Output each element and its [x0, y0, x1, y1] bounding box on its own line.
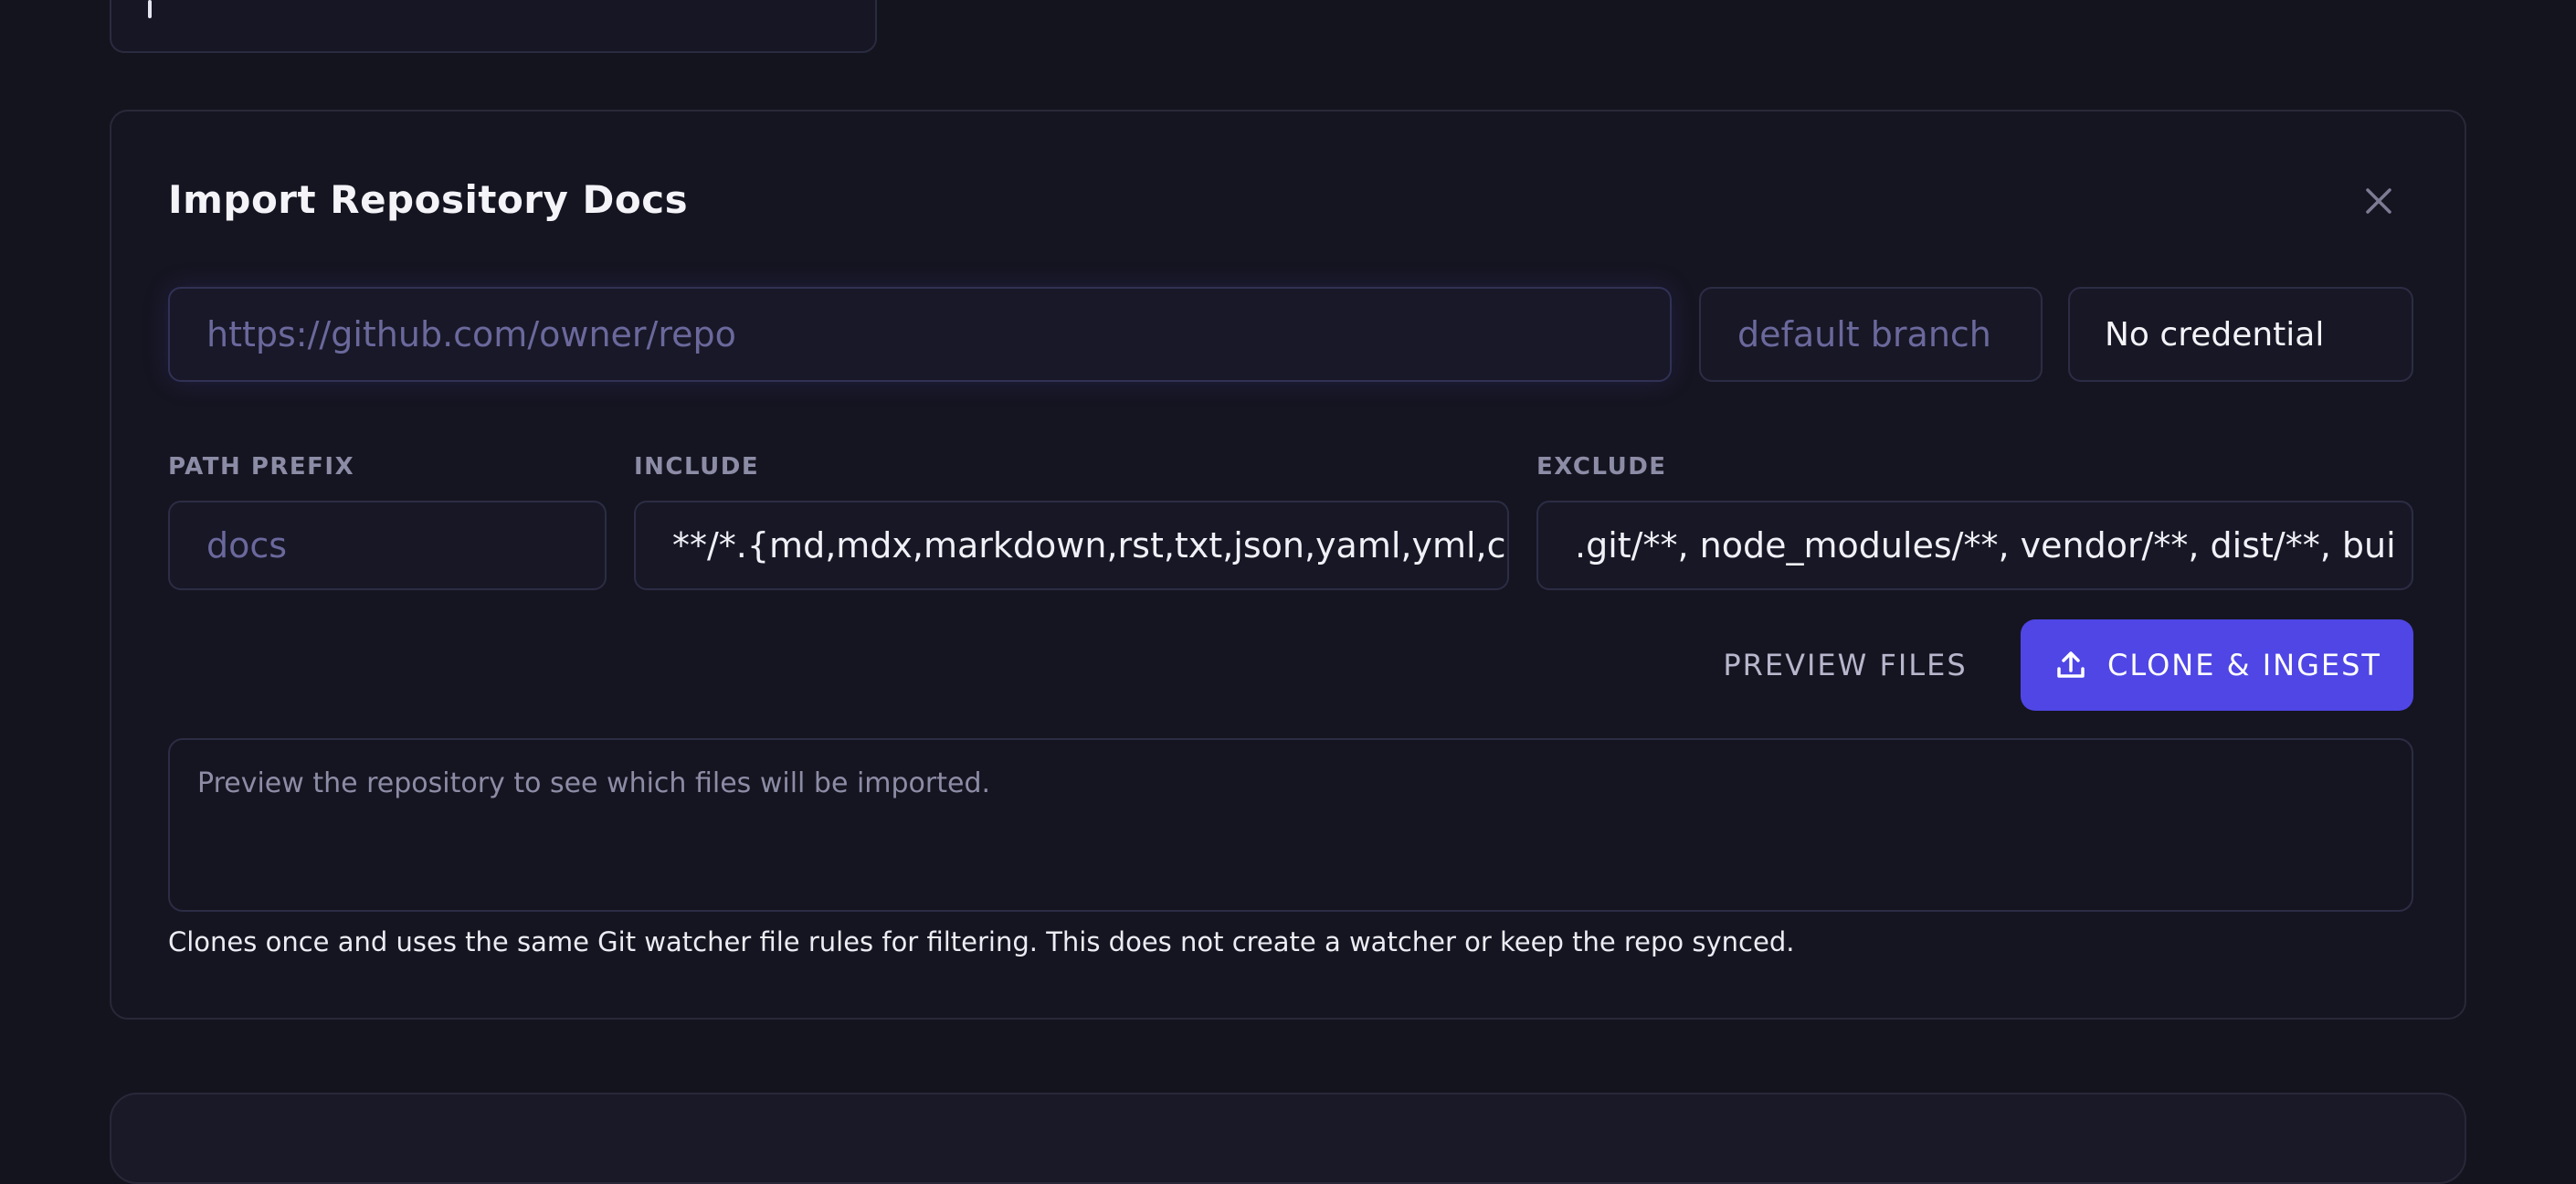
- file-preview-area: Preview the repository to see which file…: [168, 738, 2413, 912]
- clone-ingest-label: CLONE & INGEST: [2107, 648, 2381, 682]
- upload-icon: [2053, 647, 2089, 683]
- branch-input[interactable]: default branch: [1699, 287, 2043, 382]
- include-input[interactable]: **/*.{md,mdx,markdown,rst,txt,json,yaml,…: [634, 501, 1509, 590]
- close-icon[interactable]: [2353, 175, 2404, 227]
- next-panel: [110, 1093, 2466, 1184]
- path-prefix-label: PATH PREFIX: [168, 453, 355, 481]
- path-prefix-input[interactable]: docs: [168, 501, 607, 590]
- help-note: Clones once and uses the same Git watche…: [168, 926, 1795, 957]
- clone-ingest-button[interactable]: CLONE & INGEST: [2021, 619, 2413, 711]
- previous-input-field[interactable]: [110, 0, 877, 53]
- import-repository-panel: Import Repository Docs https://github.co…: [110, 110, 2466, 1020]
- repo-url-input[interactable]: https://github.com/owner/repo: [168, 287, 1672, 382]
- include-label: INCLUDE: [634, 453, 760, 481]
- text-caret: [148, 0, 152, 18]
- preview-placeholder-text: Preview the repository to see which file…: [197, 767, 991, 799]
- panel-title: Import Repository Docs: [168, 177, 689, 222]
- exclude-input[interactable]: .git/**, node_modules/**, vendor/**, dis…: [1536, 501, 2413, 590]
- preview-files-button[interactable]: PREVIEW FILES: [1699, 619, 1991, 711]
- credential-select[interactable]: No credential: [2068, 287, 2413, 382]
- exclude-label: EXCLUDE: [1536, 453, 1667, 481]
